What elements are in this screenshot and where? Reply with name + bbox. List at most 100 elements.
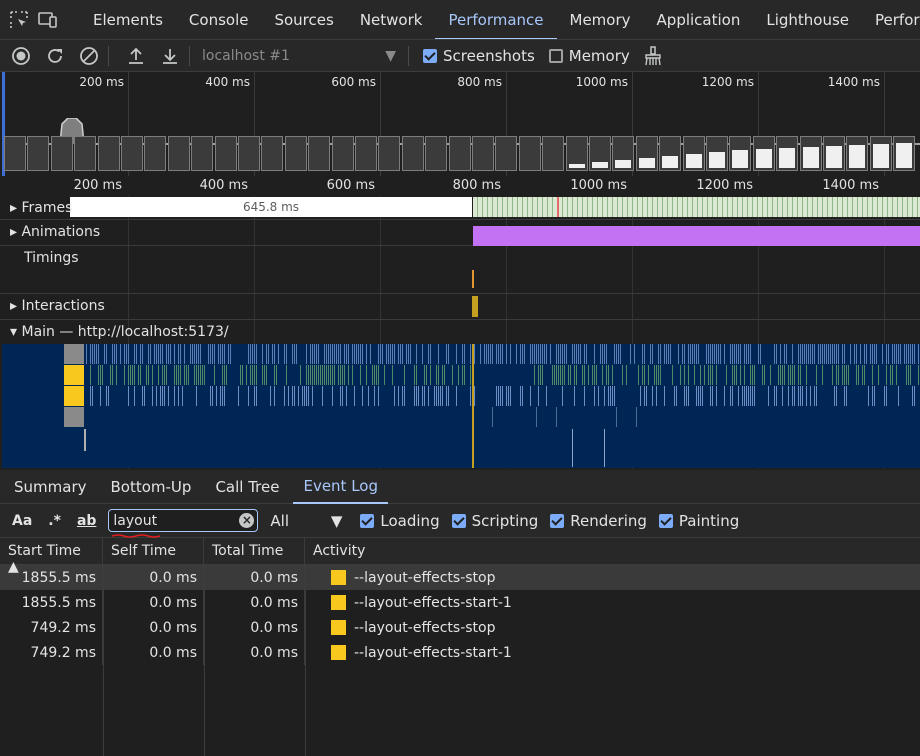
flamechart-event[interactable] (574, 344, 575, 364)
flamechart-event[interactable] (270, 386, 271, 406)
flamechart-event[interactable] (442, 386, 443, 406)
flamechart-event[interactable] (272, 344, 273, 364)
flamechart-event[interactable] (366, 365, 367, 385)
flamechart-event[interactable] (538, 344, 539, 364)
flamechart-event[interactable] (348, 344, 349, 364)
flamechart-event[interactable] (106, 344, 107, 364)
flamechart-event[interactable] (530, 344, 531, 364)
flamechart-event[interactable] (424, 386, 425, 406)
flamechart-event[interactable] (394, 344, 395, 364)
flamechart-event[interactable] (510, 344, 511, 364)
flamechart-event[interactable] (212, 386, 213, 406)
flamechart-event[interactable] (732, 386, 733, 406)
screenshot-thumbnail[interactable] (425, 136, 448, 171)
flamechart-event[interactable] (594, 386, 595, 406)
flamechart-event[interactable] (470, 386, 471, 406)
flamechart-event[interactable] (354, 386, 355, 406)
flamechart-event[interactable] (152, 386, 153, 406)
flamechart-event[interactable] (148, 344, 149, 364)
flamechart-event[interactable] (664, 344, 665, 364)
flamechart-event[interactable] (696, 344, 697, 364)
flamechart-event[interactable] (112, 344, 113, 364)
flamechart-event[interactable] (704, 365, 705, 385)
flamechart-event[interactable] (134, 344, 135, 364)
flamechart-event[interactable] (906, 344, 907, 364)
flamechart-event[interactable] (90, 344, 91, 364)
flamechart-event[interactable] (750, 365, 751, 385)
flamechart-event[interactable] (86, 344, 87, 364)
flamechart-event[interactable] (284, 344, 285, 364)
flamechart-event[interactable] (388, 344, 389, 364)
flamechart-event[interactable] (242, 365, 243, 385)
flamechart-event[interactable] (706, 344, 707, 364)
flamechart-event[interactable] (726, 365, 727, 385)
flamechart-event[interactable] (256, 365, 257, 385)
flamechart-event[interactable] (664, 386, 665, 406)
memory-checkbox[interactable]: Memory (548, 47, 630, 65)
match-case-button[interactable]: Aa (12, 513, 32, 529)
screenshot-thumbnail[interactable] (121, 136, 143, 171)
flamechart-event[interactable] (776, 344, 777, 364)
flamechart-event[interactable] (140, 365, 141, 385)
flamechart-event[interactable] (214, 344, 215, 364)
flamechart-event[interactable] (106, 386, 107, 406)
flamechart-event[interactable] (228, 344, 229, 364)
flamechart-event[interactable] (890, 365, 891, 385)
flamechart-event[interactable] (274, 365, 275, 385)
flamechart-event[interactable] (542, 365, 543, 385)
flamechart-event[interactable] (868, 386, 869, 406)
flamechart-event[interactable] (538, 365, 539, 385)
screenshot-thumbnail[interactable] (752, 136, 775, 171)
flamechart-event[interactable] (374, 365, 375, 385)
flamechart-event[interactable] (712, 365, 713, 385)
target-select[interactable]: localhost #1 ▼ (196, 48, 402, 64)
flamechart-event[interactable] (544, 344, 545, 364)
category-select[interactable]: All ▼ (270, 512, 342, 530)
screenshot-thumbnail[interactable] (706, 136, 728, 171)
flamechart-event[interactable] (842, 344, 843, 364)
regex-button[interactable]: .* (48, 513, 61, 529)
flamechart-event[interactable] (190, 344, 191, 364)
flamechart-event[interactable] (506, 344, 507, 364)
flamechart-event[interactable] (536, 407, 537, 427)
flamechart-event[interactable] (554, 365, 555, 385)
flamechart-event[interactable] (394, 386, 395, 406)
scripting-checkbox[interactable]: Scripting (451, 512, 538, 530)
flamechart-event[interactable] (374, 386, 375, 406)
flamechart-event[interactable] (162, 344, 163, 364)
flamechart-event[interactable] (910, 344, 911, 364)
flamechart-event[interactable] (322, 365, 323, 385)
flamechart-event[interactable] (734, 344, 735, 364)
flamechart-event[interactable] (800, 344, 801, 364)
flamechart-event[interactable] (668, 344, 669, 364)
flamechart-event[interactable] (562, 344, 563, 364)
flamechart-event[interactable] (898, 386, 899, 406)
flamechart-event[interactable] (838, 344, 839, 364)
flamechart-event[interactable] (698, 344, 699, 364)
flamechart-event[interactable] (392, 344, 393, 364)
flamechart-event[interactable] (594, 365, 595, 385)
flamechart-event[interactable] (180, 365, 181, 385)
flamechart-event[interactable] (876, 344, 877, 364)
flamechart-event[interactable] (116, 365, 117, 385)
flamechart-event[interactable] (292, 344, 293, 364)
flamechart-event[interactable] (436, 365, 437, 385)
flamechart-event[interactable] (754, 365, 755, 385)
flamechart-event[interactable] (830, 344, 831, 364)
flamechart-event[interactable] (434, 386, 435, 406)
flamechart-event[interactable] (738, 344, 739, 364)
screenshot-thumbnail[interactable] (355, 136, 377, 171)
flamechart-event[interactable] (222, 344, 223, 364)
flamechart-event[interactable] (198, 365, 199, 385)
flamechart-event[interactable] (532, 344, 533, 364)
flamechart-event[interactable] (596, 365, 597, 385)
flamechart-event[interactable] (294, 386, 295, 406)
flamechart-event[interactable] (556, 365, 557, 385)
screenshot-thumbnail[interactable] (378, 136, 401, 171)
tab-application[interactable]: Application (644, 0, 754, 39)
flamechart-event[interactable] (344, 344, 345, 364)
flamechart-event[interactable] (582, 365, 583, 385)
flamechart-event[interactable] (576, 365, 577, 385)
flamechart-event[interactable] (716, 386, 717, 406)
flamechart-event[interactable] (810, 344, 811, 364)
